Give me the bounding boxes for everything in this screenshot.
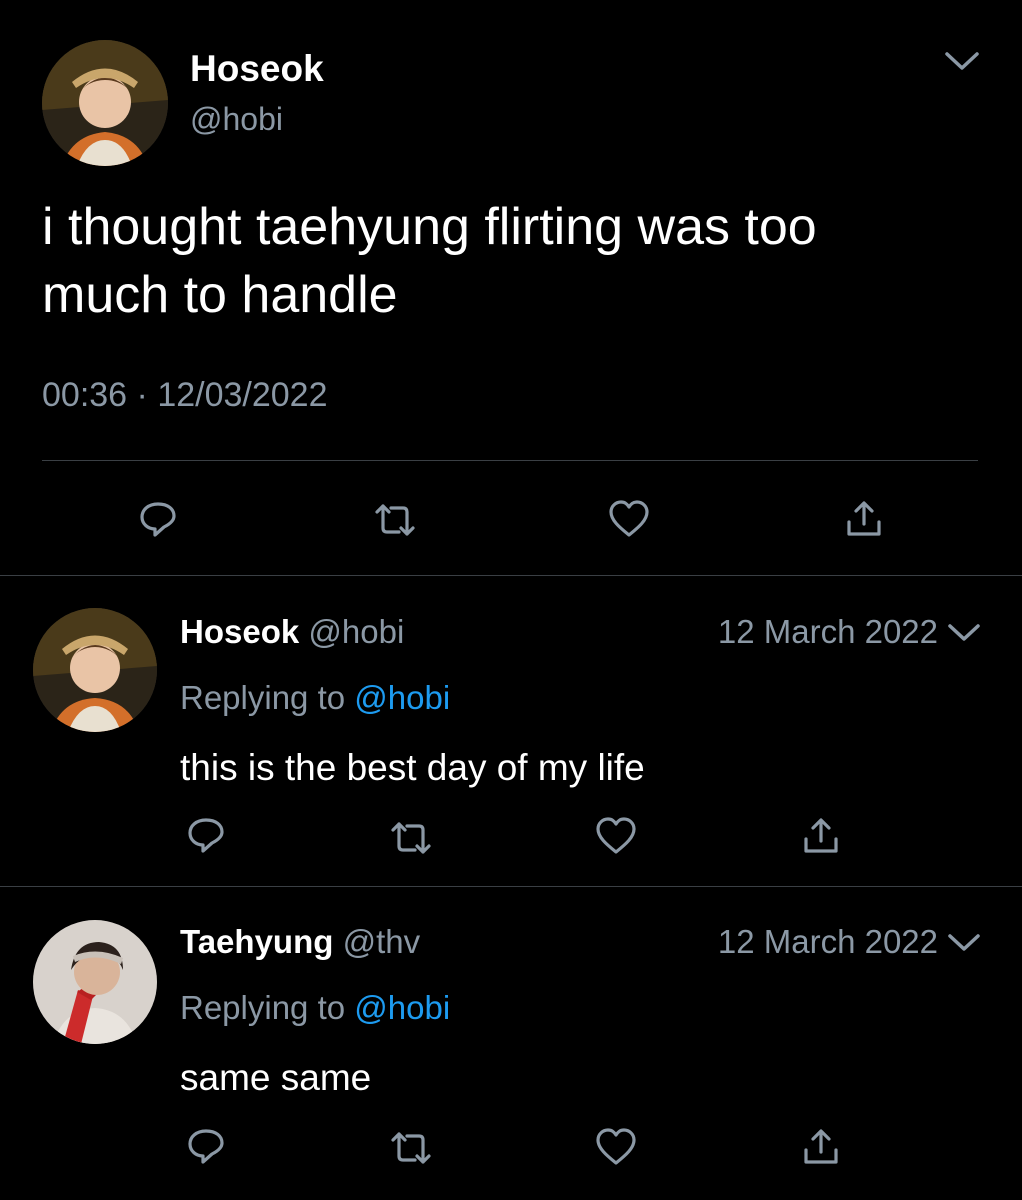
like-icon[interactable] (593, 1126, 639, 1168)
chevron-down-icon[interactable] (944, 928, 984, 956)
tweet-time: 00:36 (42, 376, 128, 414)
reply1-header: Hoseok @hobi (180, 612, 404, 652)
reply2-avatar[interactable] (33, 920, 157, 1044)
reply2-text: same same (180, 1057, 372, 1098)
main-handle[interactable]: @hobi (190, 100, 283, 138)
share-icon[interactable] (800, 1126, 842, 1168)
main-avatar[interactable] (42, 40, 168, 166)
reply1-handle[interactable]: @hobi (308, 613, 404, 650)
chevron-down-icon[interactable] (942, 46, 982, 76)
reply-icon[interactable] (185, 1125, 227, 1167)
share-icon[interactable] (843, 498, 885, 540)
reply2-display-name[interactable]: Taehyung (180, 923, 333, 960)
section-divider (0, 575, 1022, 576)
reply2-replying-to: Replying to @hobi (180, 988, 450, 1028)
main-display-name[interactable]: Hoseok (190, 48, 324, 90)
replying-to-handle[interactable]: @hobi (354, 989, 450, 1026)
replying-to-handle[interactable]: @hobi (354, 679, 450, 716)
main-tweet-text-line1: i thought taehyung flirting was too (42, 198, 817, 256)
tweet-date: 12/03/2022 (157, 376, 328, 414)
section-divider (0, 886, 1022, 887)
reply1-avatar[interactable] (33, 608, 157, 732)
reply-icon[interactable] (137, 498, 179, 540)
main-tweet-text-line2: much to handle (42, 266, 398, 324)
reply1-replying-to: Replying to @hobi (180, 678, 450, 718)
retweet-icon[interactable] (371, 500, 419, 540)
reply1-text: this is the best day of my life (180, 747, 645, 788)
main-tweet-divider (42, 460, 978, 461)
replying-to-label: Replying to (180, 989, 346, 1026)
retweet-icon[interactable] (387, 1128, 435, 1168)
retweet-icon[interactable] (387, 818, 435, 858)
reply2-header: Taehyung @thv (180, 922, 420, 962)
timestamp-separator: · (136, 376, 148, 414)
like-icon[interactable] (606, 498, 652, 540)
chevron-down-icon[interactable] (944, 618, 984, 646)
main-tweet-timestamp[interactable]: 00:36 · 12/03/2022 (42, 375, 328, 415)
share-icon[interactable] (800, 815, 842, 857)
like-icon[interactable] (593, 815, 639, 857)
reply-icon[interactable] (185, 814, 227, 856)
reply2-handle[interactable]: @thv (343, 923, 421, 960)
reply2-date[interactable]: 12 March 2022 (600, 922, 938, 962)
replying-to-label: Replying to (180, 679, 346, 716)
reply1-display-name[interactable]: Hoseok (180, 613, 299, 650)
reply1-date[interactable]: 12 March 2022 (600, 612, 938, 652)
